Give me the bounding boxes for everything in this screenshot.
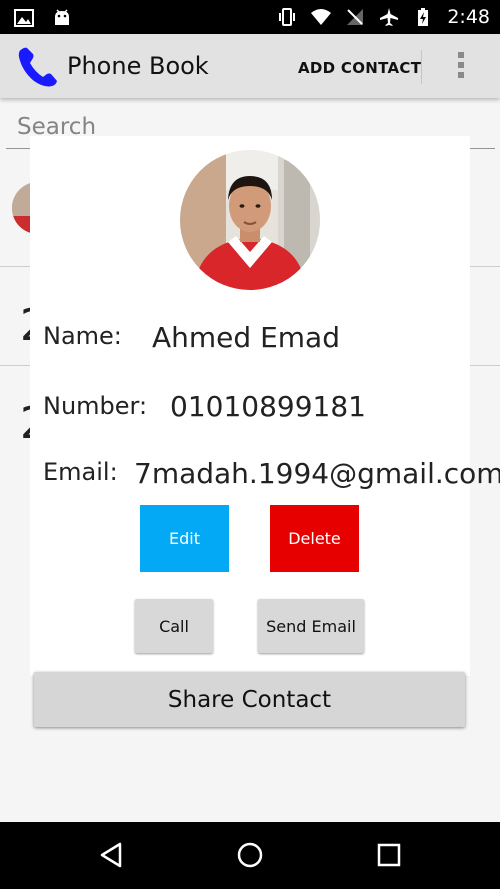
app-bar: Phone Book ADD CONTACT: [0, 34, 500, 98]
navigation-bar: [0, 822, 500, 889]
battery-charging-icon: [418, 8, 429, 26]
number-value: 01010899181: [170, 390, 366, 423]
send-email-button[interactable]: Send Email: [258, 599, 364, 653]
name-value: Ahmed Emad: [152, 321, 340, 354]
number-label: Number:: [43, 392, 148, 420]
back-icon[interactable]: [98, 841, 126, 869]
share-contact-button[interactable]: Share Contact: [34, 672, 465, 727]
name-label: Name:: [43, 322, 122, 350]
email-label: Email:: [43, 458, 118, 486]
recents-icon[interactable]: [375, 841, 403, 869]
email-value: 7madah.1994@gmail.com: [134, 457, 500, 490]
vibrate-icon: [279, 8, 296, 26]
wifi-icon: [311, 9, 332, 25]
home-icon[interactable]: [236, 841, 264, 869]
add-contact-button[interactable]: ADD CONTACT: [298, 59, 421, 77]
phone-handset-icon: [18, 47, 57, 87]
app-title: Phone Book: [67, 52, 209, 80]
status-time: 2:48: [447, 6, 490, 28]
status-bar: 2:48: [0, 0, 500, 34]
more-vert-icon[interactable]: [454, 52, 468, 84]
contact-photo: [180, 150, 320, 290]
app-bar-divider: [421, 50, 422, 84]
no-signal-icon: [347, 9, 364, 25]
contact-detail-dialog: Name: Ahmed Emad Number: 01010899181 Ema…: [30, 136, 500, 676]
call-button[interactable]: Call: [135, 599, 213, 653]
edit-button[interactable]: Edit: [140, 505, 229, 572]
airplane-icon: [380, 8, 399, 26]
image-icon: [14, 9, 34, 27]
delete-button[interactable]: Delete: [270, 505, 359, 572]
android-icon: [55, 9, 69, 25]
